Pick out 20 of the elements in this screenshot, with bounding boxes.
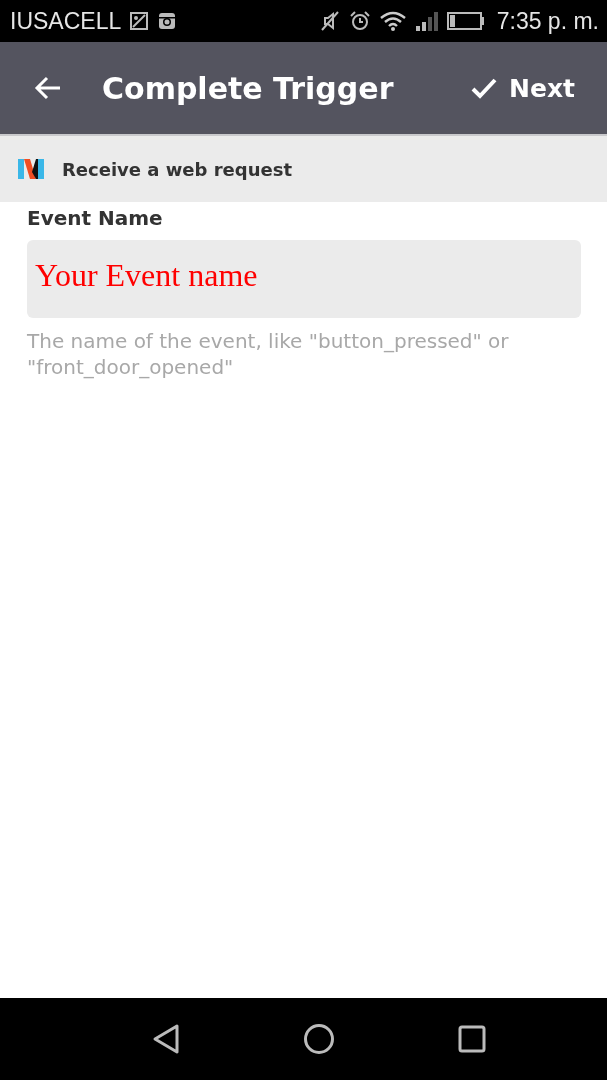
camera-icon: [157, 11, 178, 31]
back-arrow-icon[interactable]: [34, 76, 62, 100]
clock-time: 7:35 p. m.: [496, 7, 599, 35]
signal-icon: [414, 10, 439, 32]
alarm-icon: [348, 10, 371, 32]
mute-icon: [318, 10, 341, 32]
carrier-name: IUSACELL: [10, 7, 122, 35]
service-logo-icon: [18, 159, 44, 179]
next-button[interactable]: Next: [467, 69, 579, 107]
field-label: Event Name: [27, 206, 164, 230]
wifi-icon: [378, 10, 407, 32]
battery-icon: [446, 11, 485, 31]
field-help-text: The name of the event, like "button_pressed" or "front_door_opened": [27, 328, 510, 380]
home-nav-icon[interactable]: [303, 1023, 336, 1055]
check-icon: [471, 77, 498, 99]
recents-nav-icon[interactable]: [457, 1025, 486, 1053]
back-nav-icon[interactable]: [151, 1023, 182, 1055]
gallery-icon: [129, 11, 150, 31]
screen-title: Complete Trigger: [102, 70, 394, 106]
service-name: Receive a web request: [62, 158, 293, 180]
